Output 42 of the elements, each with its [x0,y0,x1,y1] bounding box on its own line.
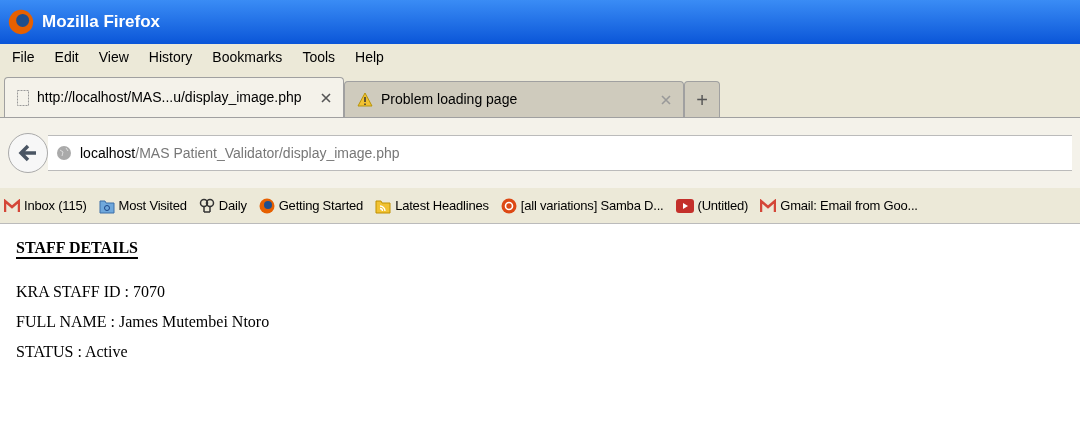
folder-search-icon [98,197,115,214]
menu-item[interactable]: Tools [302,46,336,68]
rss-folder-icon [375,197,392,214]
menu-item[interactable]: History [148,46,193,68]
envelope-m-icon [4,198,20,213]
bookmark-item[interactable]: Inbox (115) [4,195,87,216]
detail-line: KRA STAFF ID : 7070 [16,282,166,302]
address-field[interactable]: localhost/MAS Patient_Validator/display_image.php [48,135,1072,171]
menu-item[interactable]: Edit [54,46,79,68]
back-arrow-icon [18,144,38,162]
warning-icon [357,92,373,107]
bookmark-item[interactable]: Latest Headlines [375,195,489,216]
play-icon [675,198,694,213]
bookmark-item[interactable]: Most Visited [98,195,187,216]
glasses-icon [198,197,215,214]
tab-title: Problem loading page [381,90,519,109]
tab-title: http://localhost/MAS...u/display_image.php [37,88,303,107]
menu-item[interactable]: Help [355,46,384,68]
ubuntu-icon [500,197,517,214]
envelope-m-icon [760,198,777,213]
bookmark-item[interactable]: (Untitled) [675,195,749,216]
menu-item[interactable]: Bookmarks [212,46,283,68]
page-heading: STAFF DETAILS [16,238,138,258]
globe-icon [56,145,72,161]
detail-line: STATUS : Active [16,342,129,362]
firefox-icon [258,197,275,214]
bookmark-item[interactable]: Gmail: Email from Goo... [760,195,918,216]
bookmark-item[interactable]: [all variations] Samba D... [500,195,664,216]
browser-tab[interactable]: http://localhost/MAS...u/display_image.php [4,77,344,117]
bookmark-item[interactable]: Getting Started [258,195,364,216]
bookmark-item[interactable]: Daily [198,195,247,216]
new-tab-button[interactable]: + [684,81,720,117]
back-button[interactable] [8,133,48,173]
close-icon[interactable] [321,92,331,103]
firefox-icon [8,9,34,35]
url-text: localhost/MAS Patient_Validator/display_image.php [80,143,400,163]
menu-item[interactable]: View [98,46,129,68]
page-icon [17,89,29,106]
browser-tab[interactable]: Problem loading page [344,81,684,117]
window-title: Mozilla Firefox [42,11,161,34]
menu-item[interactable]: File [12,46,35,68]
detail-line: FULL NAME : James Mutembei Ntoro [16,312,271,332]
